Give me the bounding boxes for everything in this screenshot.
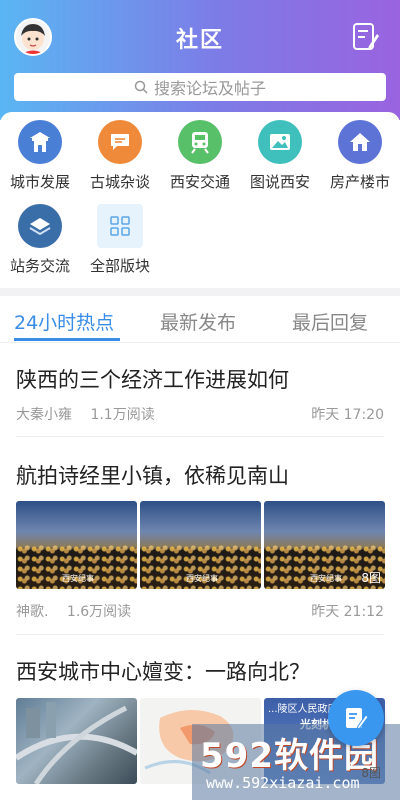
post-title[interactable]: 陕西的三个经济工作进展如何 — [16, 364, 384, 394]
tab-last-reply[interactable]: 最后回复 — [292, 308, 368, 335]
category-xian-transport[interactable]: 西安交通 — [160, 120, 240, 192]
post-title[interactable]: 西安城市中心嬗变：一路向北？ — [16, 656, 384, 686]
list-divider — [16, 436, 384, 437]
section-divider — [0, 288, 400, 296]
category-label: 西安交通 — [169, 173, 230, 191]
search-input[interactable]: 搜索论坛及帖子 — [14, 73, 386, 101]
post-author: 大秦小雍 — [16, 407, 72, 423]
city-gate-icon — [18, 120, 62, 164]
post-time: 昨天 21:12 — [311, 604, 384, 620]
edit-note-icon — [353, 23, 379, 50]
post-meta: 大秦小雍 1.1万阅读 昨天 17:20 — [16, 404, 384, 424]
post-thumbnail[interactable] — [16, 698, 137, 784]
search-placeholder: 搜索论坛及帖子 — [153, 79, 266, 98]
category-label: 全部版块 — [89, 257, 150, 275]
category-all-boards[interactable]: 全部版块 — [80, 204, 160, 276]
thumbnail-caption: ...陵区人民政府 — [268, 704, 338, 715]
list-divider — [16, 634, 384, 635]
header-bar: 社区 搜索论坛及帖子 — [0, 0, 400, 120]
house-icon — [338, 120, 382, 164]
category-grid: 城市发展 古城杂谈 西安交通 图说西安 房产楼市 站务交流 全部版块 — [0, 112, 400, 284]
active-tab-indicator — [14, 338, 120, 341]
category-label: 房产楼市 — [329, 173, 390, 191]
post-reads: 1.6万阅读 — [66, 604, 132, 620]
new-post-fab[interactable] — [328, 690, 384, 746]
category-label: 图说西安 — [249, 173, 310, 191]
category-real-estate[interactable]: 房产楼市 — [320, 120, 400, 192]
post-title[interactable]: 航拍诗经里小镇，依稀见南山 — [16, 460, 384, 490]
search-icon — [134, 80, 148, 94]
chat-bubble-icon — [98, 120, 142, 164]
category-site-exchange[interactable]: 站务交流 — [0, 204, 80, 276]
category-xian-pictures[interactable]: 图说西安 — [240, 120, 320, 192]
watermark-url: www.592xiazai.com — [206, 774, 360, 792]
thumbnail-watermark: 西安纪事 — [62, 574, 94, 583]
feed-tabs: 24小时热点 最新发布 最后回复 — [0, 296, 400, 343]
category-label: 城市发展 — [9, 173, 70, 191]
category-city-development[interactable]: 城市发展 — [0, 120, 80, 192]
tab-24h-hot[interactable]: 24小时热点 — [14, 308, 114, 335]
pencil-note-icon — [346, 708, 369, 730]
compose-button[interactable] — [352, 22, 380, 52]
post-meta: 神歌. 1.6万阅读 昨天 21:12 — [16, 601, 384, 621]
post-reads: 1.1万阅读 — [90, 407, 155, 423]
thumbnail-watermark: 西安纪事 — [310, 574, 342, 583]
image-count-badge: 8图 — [361, 571, 381, 585]
interchange-photo — [16, 702, 137, 784]
page-title: 社区 — [175, 28, 224, 53]
category-label: 站务交流 — [9, 257, 70, 275]
post-item[interactable]: 西安城市中心嬗变：一路向北？ — [16, 656, 384, 686]
category-label: 古城杂谈 — [89, 173, 150, 191]
tab-latest[interactable]: 最新发布 — [160, 308, 236, 335]
post-thumbnail[interactable]: 西安纪事 8图 — [264, 501, 385, 589]
grid-icon — [97, 204, 143, 248]
post-author: 神歌. — [16, 604, 49, 620]
post-item[interactable]: 航拍诗经里小镇，依稀见南山 — [16, 460, 384, 490]
post-thumbnail[interactable]: 西安纪事 — [140, 501, 261, 589]
image-icon — [258, 120, 302, 164]
post-time: 昨天 17:20 — [311, 407, 384, 423]
category-old-city-chat[interactable]: 古城杂谈 — [80, 120, 160, 192]
post-thumbnail[interactable]: 西安纪事 — [16, 501, 137, 589]
image-count-badge: 8图 — [361, 766, 381, 780]
post-item[interactable]: 陕西的三个经济工作进展如何 — [16, 364, 384, 394]
train-icon — [178, 120, 222, 164]
layers-icon — [18, 204, 62, 248]
thumbnail-watermark: 西安纪事 — [186, 574, 218, 583]
